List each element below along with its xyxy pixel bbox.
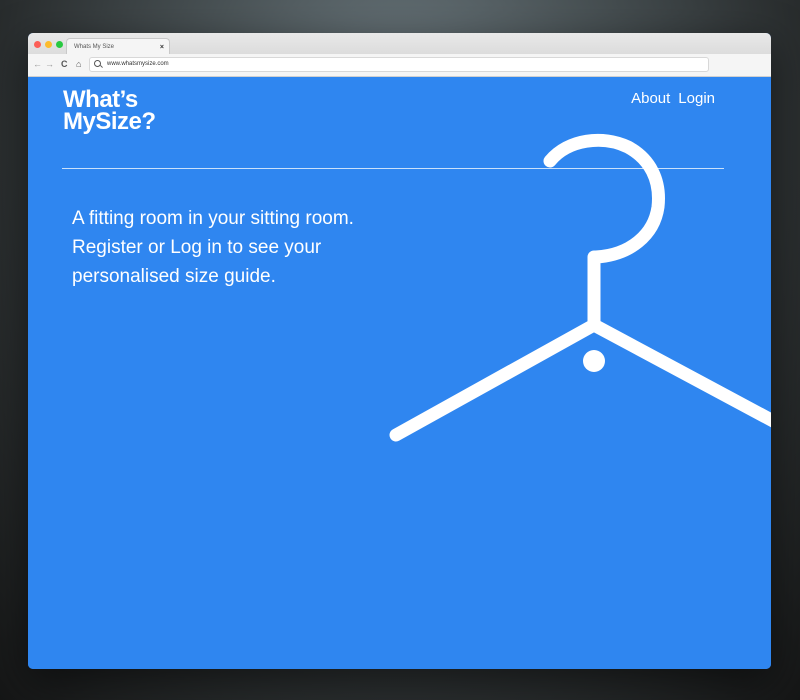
coat-hanger-icon [389,133,771,442]
search-icon [94,60,101,67]
forward-arrow-icon[interactable]: → [45,59,54,69]
address-bar[interactable]: www.whatsmysize.com [89,57,709,72]
header-divider [62,168,724,169]
back-arrow-icon[interactable]: ← [33,59,42,69]
browser-titlebar: Whats My Size × [28,33,771,55]
reload-icon[interactable]: C [61,59,68,69]
browser-tab[interactable]: Whats My Size × [66,38,170,55]
browser-window: Whats My Size × ← → C ⌂ www.whatsmysize.… [28,33,771,669]
maximize-window-button[interactable] [56,41,63,48]
minimize-window-button[interactable] [45,41,52,48]
logo-line-2: MySize? [63,108,156,135]
hero-text: A fitting room in your sitting room. Reg… [72,204,402,291]
close-window-button[interactable] [34,41,41,48]
hero-line-2: Register or Log in to see your [72,237,322,258]
page-content: What’s MySize? About Login A fitting roo… [28,77,771,669]
nav-about-link[interactable]: About [631,90,670,107]
nav-login-link[interactable]: Login [678,90,715,107]
home-icon[interactable]: ⌂ [76,59,81,69]
hero-line-1: A fitting room in your sitting room. [72,208,354,229]
main-nav: About Login [631,90,715,107]
hero-line-3: personalised size guide. [72,266,276,287]
tab-title: Whats My Size [74,44,115,50]
site-logo[interactable]: What’s MySize? [63,88,193,135]
browser-toolbar: ← → C ⌂ www.whatsmysize.com [28,54,771,77]
url-text: www.whatsmysize.com [107,61,169,67]
